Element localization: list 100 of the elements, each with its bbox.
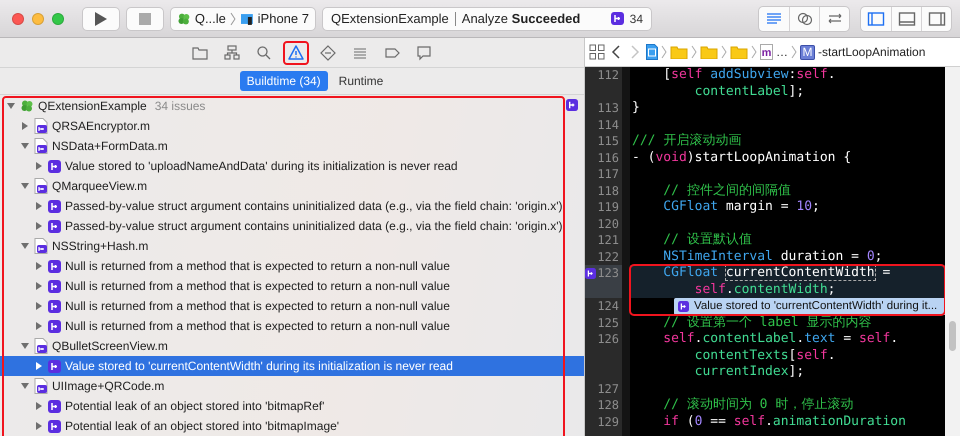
code-line: CGFloat currentContentWidth = (662, 265, 892, 282)
line-number: 117 (597, 166, 619, 182)
issue-row[interactable]: Potential leak of an object stored into 'bitmapRef' (0, 396, 584, 416)
chevron-icon (661, 45, 667, 59)
chevron-icon (721, 45, 727, 59)
issue-annotation[interactable]: Value stored to 'currentContentWidth' during it... (674, 298, 945, 314)
disclosure-triangle-icon[interactable] (20, 241, 30, 251)
line-number: 125 (597, 314, 619, 331)
issue-row[interactable]: Value stored to 'currentContentWidth' during its initialization is never read (0, 356, 584, 376)
play-icon (94, 10, 108, 26)
folder-icon (730, 45, 748, 59)
warning-badge-icon (48, 400, 61, 412)
disclosure-triangle-icon[interactable] (20, 121, 30, 131)
annotation-text: Value stored to 'currentContentWidth' during it... (694, 300, 938, 312)
line-number: 126 (597, 331, 619, 348)
issue-marker-icon (566, 99, 578, 111)
warning-tab[interactable] (283, 40, 309, 65)
issue-row[interactable]: Passed-by-value struct argument contains uninitialized data (e.g., via the field chain: 'origin.x') (0, 216, 584, 236)
issue-row[interactable]: Value stored to 'uploadNameAndData' during its initialization is never read (0, 156, 584, 176)
warning-badge-icon (48, 300, 61, 312)
code-line: self.contentLabel.text = self. (662, 331, 900, 348)
warning-badge-icon (48, 220, 61, 232)
left-panel-icon (867, 10, 885, 28)
run-button[interactable] (82, 6, 120, 30)
warning-badge-icon (48, 360, 61, 372)
clover-icon (177, 12, 191, 26)
source-file-icon (34, 338, 48, 354)
path-item[interactable]: -startLoopAnimation (818, 45, 926, 59)
disclosure-triangle-icon[interactable] (34, 361, 44, 371)
disclosure-triangle-icon[interactable] (20, 381, 30, 391)
line-number: 113 (597, 100, 619, 116)
line-number: 124 (597, 298, 619, 314)
file-name[interactable]: NSString+Hash.m (52, 239, 148, 253)
issue-message: Null is returned from a method that is expected to return a non-null value (65, 319, 450, 333)
line-number: 121 (597, 232, 619, 248)
issue-message: Null is returned from a method that is expected to return a non-null value (65, 299, 450, 313)
warning-icon (287, 44, 305, 62)
folder-icon (670, 45, 688, 59)
line-number: 116 (597, 150, 619, 166)
line-number: 123 (597, 265, 619, 282)
code-line: CGFloat margin = 10; (662, 199, 821, 216)
disclosure-triangle-icon[interactable] (6, 101, 16, 111)
file-name[interactable]: QMarqueeView.m (52, 179, 148, 193)
issue-row[interactable]: Null is returned from a method that is expected to return a non-null value (0, 296, 584, 316)
issue-row[interactable]: Null is returned from a method that is expected to return a non-null value (0, 316, 584, 336)
scheme-selector[interactable]: Q...le iPhone 7 (170, 6, 316, 30)
issue-message: Passed-by-value struct argument contains uninitialized data (e.g., via the field chain: 'origin.x') (65, 199, 563, 213)
file-name[interactable]: QBulletScreenView.m (52, 339, 168, 353)
line-number: 122 (597, 248, 619, 265)
code-line: contentLabel]; (694, 84, 806, 100)
chevron-icon (751, 45, 757, 59)
line-number: 118 (597, 182, 619, 199)
issue-row[interactable]: Potential leak of an object stored into 'bitmapImage' (0, 416, 584, 436)
file-name[interactable]: UIImage+QRCode.m (52, 379, 164, 393)
panel-toggle-control[interactable] (860, 6, 952, 32)
chevron-icon (791, 45, 797, 59)
warning-badge-icon (48, 260, 61, 272)
diamond-icon (319, 44, 337, 62)
issue-row[interactable]: Passed-by-value struct argument contains uninitialized data (e.g., via the field chain: 'origin.x') (0, 196, 584, 216)
disclosure-triangle-icon[interactable] (20, 141, 30, 151)
close-button[interactable] (12, 12, 24, 24)
issue-row[interactable]: Null is returned from a method that is expected to return a non-null value (0, 276, 584, 296)
line-number: 119 (597, 199, 619, 216)
code-line: [self addSubview:self. (662, 67, 837, 84)
issue-message: Value stored to 'currentContentWidth' during its initialization is never read (65, 359, 453, 373)
source-file-icon (34, 238, 48, 254)
code-line: // 控件之间的间隔值 (662, 182, 792, 199)
scrollbar[interactable] (945, 67, 960, 436)
device-icon (240, 12, 254, 26)
issue-message: Value stored to 'uploadNameAndData' during its initialization is never read (65, 159, 458, 173)
issue-count: 34 (630, 12, 643, 26)
line-number: 127 (597, 380, 619, 397)
source-file-icon (34, 138, 48, 154)
stop-button[interactable] (126, 6, 164, 30)
chevron-icon (630, 45, 640, 59)
disclosure-triangle-icon[interactable] (20, 341, 30, 351)
stop-icon (139, 12, 151, 24)
line-number: 128 (597, 397, 619, 414)
scope-tab[interactable]: Runtime (332, 71, 390, 92)
file-name[interactable]: NSData+FormData.m (52, 139, 168, 153)
code-line: NSTimeInterval duration = 0; (662, 248, 884, 265)
zoom-button[interactable] (52, 12, 64, 24)
disclosure-triangle-icon[interactable] (20, 181, 30, 191)
file-name[interactable]: QRSAEncryptor.m (52, 119, 150, 133)
right-panel-icon (928, 10, 946, 28)
folder-icon (700, 45, 718, 59)
code-line: - (void)startLoopAnimation { (631, 150, 852, 166)
grid-icon (589, 44, 605, 60)
source-file-icon: m (760, 44, 773, 60)
search-icon (255, 44, 273, 62)
issue-row[interactable]: Null is returned from a method that is expected to return a non-null value (0, 256, 584, 276)
source-file-icon (34, 378, 48, 394)
project-name[interactable]: QExtensionExample (38, 99, 147, 113)
clover-icon (20, 99, 34, 113)
scope-tab[interactable]: Buildtime (34) (240, 71, 328, 92)
editor-mode-control[interactable] (758, 6, 850, 32)
line-number: 120 (597, 216, 619, 232)
path-item[interactable]: … (776, 45, 788, 59)
disclosure-triangle-icon[interactable] (34, 161, 44, 171)
blueprint-file-icon (646, 44, 658, 60)
